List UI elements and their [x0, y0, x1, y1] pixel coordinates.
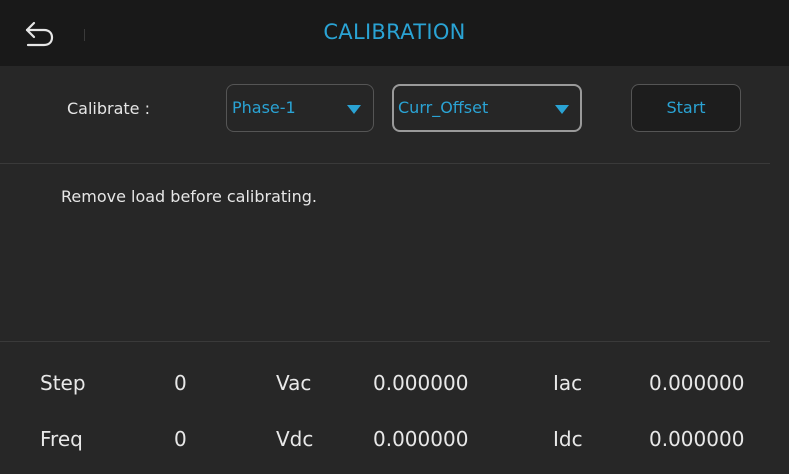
start-button[interactable]: Start — [631, 84, 741, 132]
vac-value: 0.000000 — [373, 371, 469, 395]
iac-label: Iac — [553, 371, 583, 395]
divider-bottom — [0, 341, 770, 342]
divider-top — [0, 163, 770, 164]
calibrate-label: Calibrate : — [67, 99, 150, 118]
freq-label: Freq — [40, 427, 83, 451]
step-label: Step — [40, 371, 86, 395]
freq-value: 0 — [174, 427, 187, 451]
calibration-screen: CALIBRATION Calibrate : Phase-1 Curr_Off… — [0, 0, 789, 474]
header-bar: CALIBRATION — [0, 0, 789, 66]
calibration-type-select[interactable]: Curr_Offset — [392, 84, 582, 132]
triangle-down-icon — [347, 105, 361, 114]
iac-value: 0.000000 — [649, 371, 745, 395]
page-title: CALIBRATION — [323, 20, 466, 44]
idc-label: Idc — [553, 427, 583, 451]
idc-value: 0.000000 — [649, 427, 745, 451]
vac-label: Vac — [276, 371, 312, 395]
instruction-message: Remove load before calibrating. — [61, 187, 318, 206]
calibration-type-value: Curr_Offset — [398, 98, 489, 117]
phase-select-value: Phase-1 — [232, 98, 296, 117]
triangle-down-icon — [555, 105, 569, 114]
phase-select[interactable]: Phase-1 — [226, 84, 374, 132]
vdc-value: 0.000000 — [373, 427, 469, 451]
step-value: 0 — [174, 371, 187, 395]
vdc-label: Vdc — [276, 427, 314, 451]
